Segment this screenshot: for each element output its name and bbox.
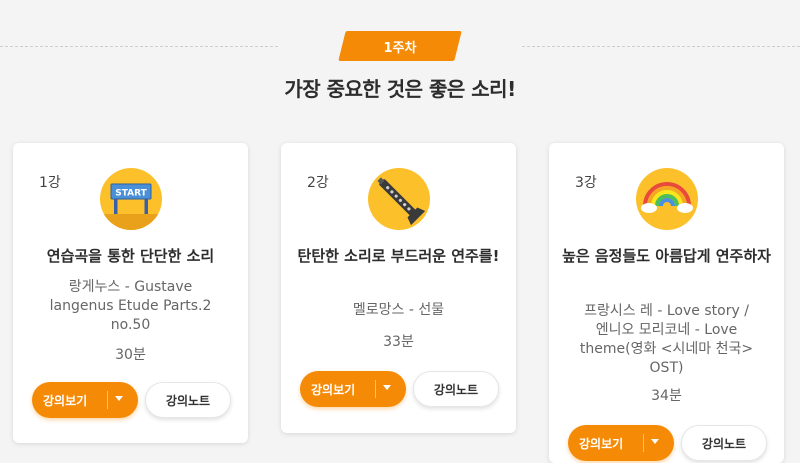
lesson-duration: 30분 (115, 347, 146, 363)
dropdown-caret-icon[interactable] (383, 385, 391, 390)
lecture-note-button[interactable]: 강의노트 (145, 382, 231, 418)
lesson-description: 멜로망스 - 선물 (352, 302, 445, 318)
watch-lecture-label: 강의보기 (311, 382, 356, 397)
watch-lecture-button[interactable]: 강의보기 (568, 425, 674, 461)
rainbow-icon (636, 168, 698, 230)
week-badge: 1주차 (338, 31, 462, 61)
start-banner-icon: START (100, 168, 162, 230)
watch-lecture-label: 강의보기 (43, 393, 88, 408)
lesson-number: 2강 (307, 175, 329, 191)
clarinet-icon (368, 168, 430, 230)
svg-text:START: START (115, 189, 147, 199)
watch-lecture-button[interactable]: 강의보기 (32, 382, 138, 418)
lesson-description: 프랑시스 레 - Love story / 엔니오 모리코네 - Love th… (579, 303, 754, 376)
watch-lecture-label: 강의보기 (579, 436, 624, 451)
lesson-duration: 34분 (651, 388, 682, 404)
lesson-card: 1강 START 연습곡을 통한 단단한 소리 랑게누스 - Gustave l… (13, 143, 248, 443)
lecture-note-button[interactable]: 강의노트 (413, 371, 499, 407)
lecture-note-button[interactable]: 강의노트 (681, 425, 767, 461)
lesson-number: 1강 (39, 175, 61, 191)
section-headline: 가장 중요한 것은 좋은 소리! (284, 77, 516, 101)
lesson-title: 연습곡을 통한 단단한 소리 (46, 247, 215, 265)
lesson-title: 높은 음정들도 아름답게 연주하자 (562, 247, 771, 265)
lesson-card: 3강 높은 음정들도 아름답게 연주하자 프랑시스 레 - Love story… (549, 143, 784, 463)
lesson-number: 3강 (575, 175, 597, 191)
divider-right (522, 46, 800, 47)
lesson-card: 2강 탄탄한 소리로 부드러운 연주를! 멜로망스 - 선물 33분 강의보기 … (281, 143, 516, 433)
dropdown-caret-icon[interactable] (651, 439, 659, 444)
divider-left (0, 46, 278, 47)
watch-lecture-button[interactable]: 강의보기 (300, 371, 406, 407)
dropdown-caret-icon[interactable] (115, 396, 123, 401)
week-badge-label: 1주차 (383, 40, 417, 56)
lesson-description: 랑게누스 - Gustave langenus Etude Parts.2 no… (49, 279, 212, 333)
lesson-duration: 33분 (383, 334, 414, 350)
lesson-title: 탄탄한 소리로 부드러운 연주를! (297, 247, 500, 265)
